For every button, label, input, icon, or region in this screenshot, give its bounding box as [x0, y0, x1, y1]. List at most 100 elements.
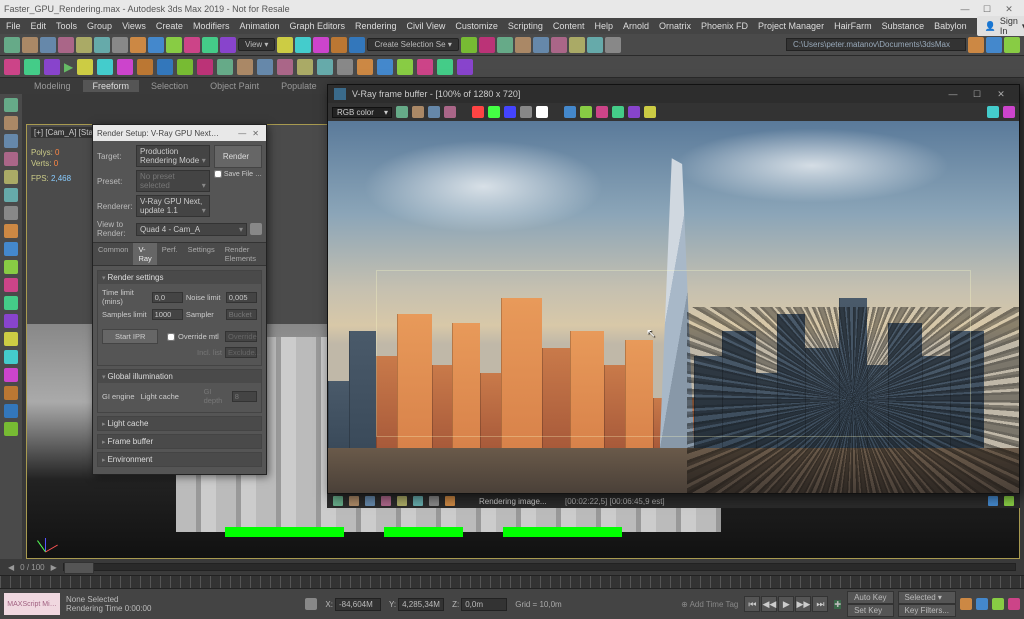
menu-content[interactable]: Content	[553, 21, 585, 31]
ribbon-tab-modeling[interactable]: Modeling	[24, 80, 81, 92]
fire-icon[interactable]	[117, 59, 133, 75]
hierarchy-panel-icon[interactable]	[4, 134, 18, 148]
override-mtl-button[interactable]: Override	[225, 331, 257, 342]
splash-icon[interactable]	[237, 59, 253, 75]
modify-panel-icon[interactable]	[4, 116, 18, 130]
vfb-s-icon4[interactable]	[381, 496, 391, 506]
rollout-environment-header[interactable]: Environment	[98, 453, 261, 466]
lock-selection-icon[interactable]	[305, 598, 317, 610]
rstab-vray[interactable]: V-Ray	[133, 243, 156, 265]
menu-substance[interactable]: Substance	[882, 21, 925, 31]
vfb-minimize[interactable]: —	[941, 89, 965, 99]
play-button[interactable]: ▶	[778, 596, 794, 612]
refsys-dropdown[interactable]: View ▾	[238, 38, 275, 51]
maxscript-listener[interactable]: MAXScript Mi…	[4, 593, 60, 615]
ribbon-tab-freeform[interactable]: Freeform	[83, 80, 140, 92]
samples-limit-spinner[interactable]: 1000	[152, 309, 183, 320]
prev-frame-button[interactable]: ◀◀	[761, 596, 777, 612]
ltool2-icon[interactable]	[4, 224, 18, 238]
menu-customize[interactable]: Customize	[455, 21, 498, 31]
refsys-icon[interactable]	[220, 37, 236, 53]
rollout-frame-buffer-header[interactable]: Frame buffer	[98, 435, 261, 448]
angle-snap-icon[interactable]	[295, 37, 311, 53]
utilities-panel-icon[interactable]	[4, 188, 18, 202]
menu-grapheditors[interactable]: Graph Editors	[289, 21, 345, 31]
menu-babylon[interactable]: Babylon	[934, 21, 967, 31]
vfb-alpha-channel-icon[interactable]	[520, 106, 532, 118]
move-icon[interactable]	[166, 37, 182, 53]
next-frame-button[interactable]: ▶▶	[795, 596, 811, 612]
viewport-nav-icon2[interactable]	[976, 598, 988, 610]
goto-start-button[interactable]: ⏮	[744, 596, 760, 612]
snap-icon[interactable]	[277, 37, 293, 53]
vfb-s-icon7[interactable]	[429, 496, 439, 506]
tool4-icon[interactable]	[337, 59, 353, 75]
y-coord[interactable]: 4,285,34M	[398, 598, 444, 611]
rendered-frame-icon[interactable]	[587, 37, 603, 53]
curve-editor-icon[interactable]	[515, 37, 531, 53]
archive-icon[interactable]	[1004, 37, 1020, 53]
menu-hairfarm[interactable]: HairFarm	[834, 21, 872, 31]
vfb-region-icon[interactable]	[564, 106, 576, 118]
filter-icon[interactable]	[148, 37, 164, 53]
select-name-icon[interactable]	[112, 37, 128, 53]
noise-limit-spinner[interactable]: 0,005	[226, 292, 257, 303]
rotate-icon[interactable]	[184, 37, 200, 53]
vfb-s-icon3[interactable]	[365, 496, 375, 506]
vfb-s-icon8[interactable]	[445, 496, 455, 506]
ribbon-tab-populate[interactable]: Populate	[271, 80, 327, 92]
vfb-correction-icon[interactable]	[596, 106, 608, 118]
vfb-history-icon[interactable]	[612, 106, 624, 118]
teapot-icon[interactable]	[4, 59, 20, 75]
ribbon-tab-selection[interactable]: Selection	[141, 80, 198, 92]
spinner-snap-icon[interactable]	[331, 37, 347, 53]
tool6-icon[interactable]	[377, 59, 393, 75]
vfb-close[interactable]: ✕	[989, 89, 1013, 100]
ltool11-icon[interactable]	[4, 386, 18, 400]
render-setup-titlebar[interactable]: Render Setup: V-Ray GPU Next… — ✕	[93, 125, 266, 141]
ltool3-icon[interactable]	[4, 242, 18, 256]
folder-icon[interactable]	[968, 37, 984, 53]
menu-modifiers[interactable]: Modifiers	[193, 21, 230, 31]
ltool5-icon[interactable]	[4, 278, 18, 292]
add-time-tag-button[interactable]: ⊕ Add Time Tag	[681, 600, 738, 609]
smoke-icon[interactable]	[137, 59, 153, 75]
menu-file[interactable]: File	[6, 21, 21, 31]
sampler-dropdown[interactable]: Bucket	[226, 309, 257, 320]
viewto-dropdown[interactable]: Quad 4 - Cam_A	[136, 223, 247, 236]
menu-group[interactable]: Group	[87, 21, 112, 31]
spray-icon[interactable]	[197, 59, 213, 75]
vfb-load-icon[interactable]	[412, 106, 424, 118]
tool1-icon[interactable]	[277, 59, 293, 75]
ocean-icon[interactable]	[177, 59, 193, 75]
vfb-lens-icon[interactable]	[628, 106, 640, 118]
selection-set-dropdown[interactable]: Create Selection Se ▾	[367, 38, 458, 51]
bind-icon[interactable]	[76, 37, 92, 53]
vfb-render-view[interactable]: ↖	[328, 121, 1019, 493]
play-icon[interactable]: ▶	[64, 60, 73, 74]
vfb-stop-icon[interactable]	[987, 106, 999, 118]
vfb-s-icon5[interactable]	[397, 496, 407, 506]
time-ruler[interactable]	[0, 575, 1024, 589]
undo-icon[interactable]	[4, 37, 20, 53]
rstab-settings[interactable]: Settings	[183, 243, 220, 265]
viewport-nav-icon3[interactable]	[992, 598, 1004, 610]
rollout-render-settings-header[interactable]: Render settings	[98, 271, 261, 284]
tool8-icon[interactable]	[417, 59, 433, 75]
save-icon[interactable]	[986, 37, 1002, 53]
vfb-red-channel-icon[interactable]	[472, 106, 484, 118]
named-sel-icon[interactable]	[349, 37, 365, 53]
unlink-icon[interactable]	[58, 37, 74, 53]
render-button[interactable]: Render	[214, 145, 262, 168]
percent-snap-icon[interactable]	[313, 37, 329, 53]
display-panel-icon[interactable]	[4, 170, 18, 184]
vfb-clone-icon[interactable]	[444, 106, 456, 118]
menu-arnold[interactable]: Arnold	[623, 21, 649, 31]
ltool9-icon[interactable]	[4, 350, 18, 364]
plane-icon[interactable]	[24, 59, 40, 75]
menu-edit[interactable]: Edit	[31, 21, 47, 31]
exclude-button[interactable]: Exclude...	[225, 347, 257, 358]
start-ipr-button[interactable]: Start IPR	[102, 329, 158, 344]
link-icon[interactable]	[40, 37, 56, 53]
stop-icon[interactable]	[97, 59, 113, 75]
